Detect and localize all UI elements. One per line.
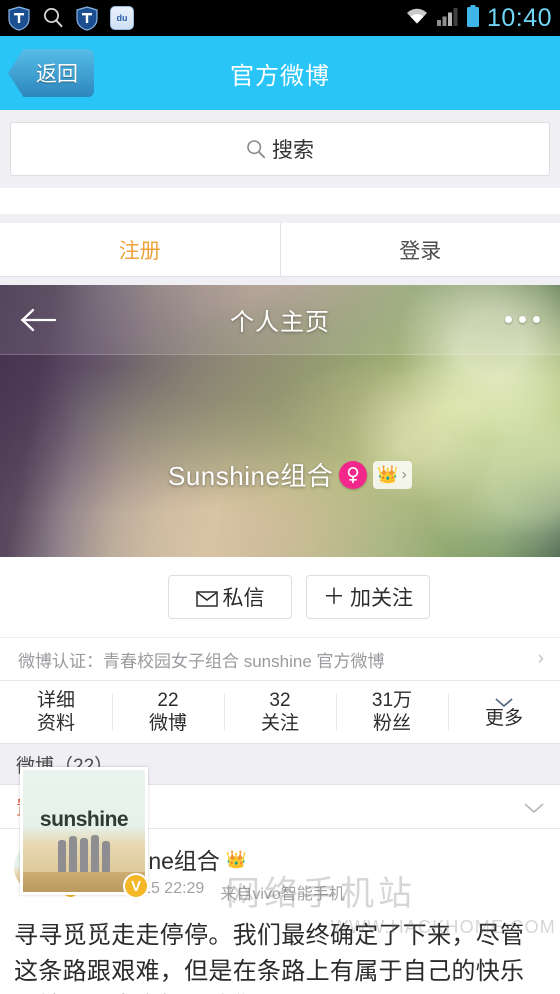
verification-row[interactable]: 微博认证：青春校园女子组合 sunshine 官方微博 › bbox=[0, 637, 560, 681]
stat-more[interactable]: 更多 bbox=[448, 681, 560, 743]
search-icon bbox=[42, 6, 64, 30]
profile-banner-title: 个人主页 bbox=[230, 309, 330, 336]
profile-username: Sunshine组合 bbox=[168, 461, 334, 491]
verification-text: 微博认证：青春校园女子组合 sunshine 官方微博 bbox=[18, 651, 385, 671]
post-body: 寻寻觅觅走走停停。我们最终确定了下来，尽管这条路跟艰难，但是在条路上有属于自己的… bbox=[14, 922, 525, 994]
profile-action-buttons: 私信 ＋ 加关注 bbox=[0, 557, 560, 637]
crown-icon: 👑 bbox=[377, 465, 399, 484]
back-button[interactable]: 返回 bbox=[8, 49, 94, 97]
stat-weibo[interactable]: 22 微博 bbox=[112, 681, 224, 743]
stat-details-line2: 资料 bbox=[36, 712, 75, 734]
vip-badge[interactable]: 👑 › bbox=[373, 460, 412, 489]
stat-followers-value: 31万 bbox=[371, 689, 413, 711]
female-icon[interactable] bbox=[339, 460, 368, 489]
more-dots-icon[interactable] bbox=[505, 316, 540, 323]
app-root: du 10:40 返回 官方微博 搜索 注册 登录 个人主页 Sunshine组… bbox=[0, 0, 560, 994]
stat-following-value: 32 bbox=[269, 689, 291, 711]
profile-stats: 详细 资料 22 微博 32 关注 31万 粉丝 更多 bbox=[0, 681, 560, 743]
stat-followers-label: 粉丝 bbox=[372, 712, 411, 734]
profile-card: 个人主页 Sunshine组合 👑 › sunshine V 私信 ＋ 加关注 … bbox=[0, 285, 560, 899]
stat-followers[interactable]: 31万 粉丝 bbox=[336, 681, 448, 743]
tab-register[interactable]: 注册 bbox=[0, 223, 280, 276]
section-divider bbox=[0, 277, 560, 285]
baidu-icon-label: du bbox=[116, 12, 128, 23]
stat-weibo-label: 微博 bbox=[148, 712, 187, 734]
section-divider bbox=[0, 188, 560, 214]
search-input[interactable]: 搜索 bbox=[10, 122, 550, 176]
wifi-icon bbox=[404, 6, 430, 31]
chevron-right-icon: › bbox=[537, 648, 544, 669]
profile-banner-toolbar: 个人主页 bbox=[0, 285, 560, 355]
stat-details-line1: 详细 bbox=[36, 689, 75, 711]
profile-name-row: Sunshine组合 👑 › bbox=[168, 456, 412, 493]
avatar-photo-figures bbox=[23, 832, 145, 874]
avatar-logo-text: sunshine bbox=[39, 808, 129, 831]
follow-button-label: 加关注 bbox=[350, 587, 413, 610]
follow-button[interactable]: ＋ 加关注 bbox=[306, 575, 430, 619]
status-bar-left-icons: du bbox=[8, 5, 134, 31]
stat-more-label: 更多 bbox=[484, 707, 523, 729]
status-bar-right-icons: 10:40 bbox=[404, 0, 552, 36]
chevron-right-icon: › bbox=[401, 466, 407, 483]
avatar-logo: sunshine bbox=[23, 808, 145, 832]
stat-following[interactable]: 32 关注 bbox=[224, 681, 336, 743]
search-icon bbox=[246, 139, 266, 159]
stat-weibo-value: 22 bbox=[157, 689, 179, 711]
baidu-icon: du bbox=[110, 6, 134, 30]
status-bar: du 10:40 bbox=[0, 0, 560, 36]
shield-icon bbox=[8, 5, 30, 31]
verified-badge: V bbox=[123, 873, 149, 899]
chevron-down-icon bbox=[495, 695, 513, 707]
message-button[interactable]: 私信 bbox=[168, 575, 292, 619]
envelope-icon bbox=[195, 589, 218, 607]
post-source: 来自vivo智能手机 bbox=[220, 886, 345, 903]
shield-icon bbox=[76, 5, 98, 31]
crown-icon: 👑 bbox=[225, 849, 248, 869]
page-title: 官方微博 bbox=[230, 62, 330, 90]
plus-icon: ＋ bbox=[322, 584, 345, 609]
signal-icon bbox=[436, 6, 459, 31]
message-button-label: 私信 bbox=[222, 587, 265, 610]
stat-following-label: 关注 bbox=[260, 712, 299, 734]
status-bar-clock: 10:40 bbox=[486, 3, 552, 32]
auth-tabs: 注册 登录 bbox=[0, 223, 560, 277]
app-title-bar: 返回 官方微博 bbox=[0, 36, 560, 110]
search-placeholder: 搜索 bbox=[272, 139, 314, 162]
search-section: 搜索 bbox=[0, 110, 560, 188]
stat-details[interactable]: 详细 资料 bbox=[0, 681, 112, 743]
battery-icon bbox=[466, 4, 480, 32]
tab-login[interactable]: 登录 bbox=[279, 223, 560, 276]
section-divider bbox=[0, 214, 560, 223]
profile-banner: 个人主页 Sunshine组合 👑 › bbox=[0, 285, 560, 557]
chevron-down-icon[interactable] bbox=[524, 801, 544, 813]
